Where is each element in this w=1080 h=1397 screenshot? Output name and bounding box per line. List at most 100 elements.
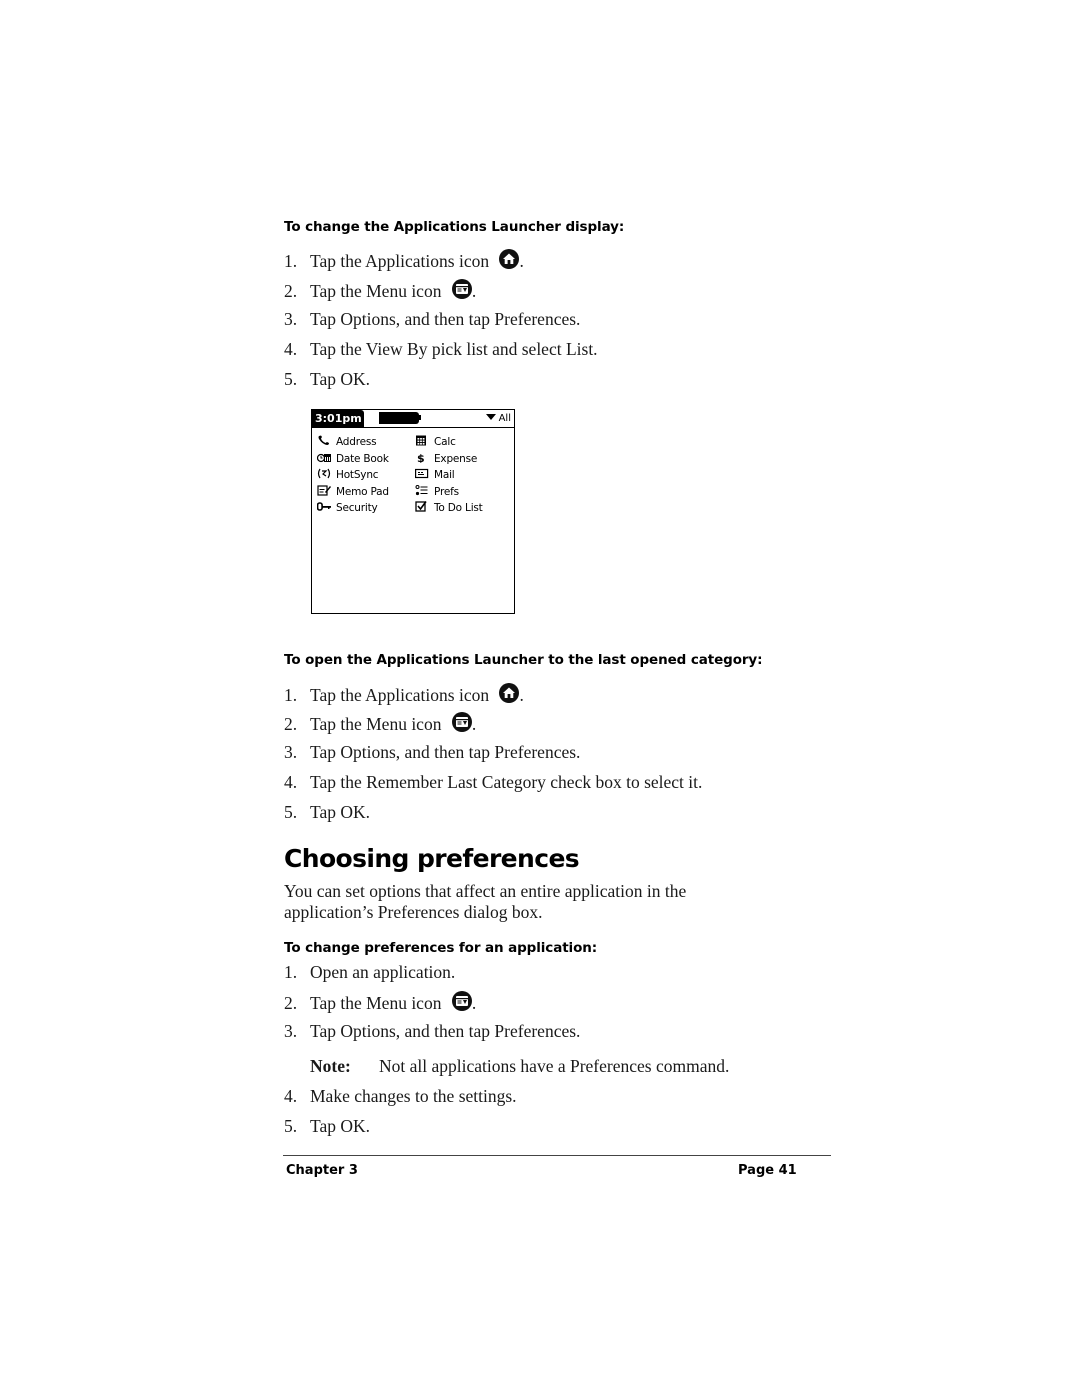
step-text: Tap the Menu icon <box>310 281 442 301</box>
list-item: 1. Tap the Applications icon . <box>284 249 524 272</box>
step-number: 5. <box>284 802 298 822</box>
step-number: 2. <box>284 714 298 734</box>
step-suffix: . <box>471 281 477 301</box>
app-label: Calc <box>434 436 456 448</box>
step-number: 5. <box>284 1116 298 1136</box>
step-number: 5. <box>284 369 298 389</box>
palm-launcher-screenshot: 3:01pm All Address Date Book HotSync Mem… <box>311 409 515 614</box>
app-item-calc[interactable]: Calc <box>415 434 456 450</box>
footer-divider <box>283 1155 831 1156</box>
intro-paragraph: You can set options that affect an entir… <box>284 881 687 922</box>
list-item: 1. Open an application. <box>284 962 455 983</box>
step-number: 4. <box>284 339 298 359</box>
clock-calendar-icon <box>316 452 331 463</box>
step-text: Tap the Menu icon <box>310 714 442 734</box>
menu-icon <box>451 991 472 1011</box>
step-suffix: . <box>519 251 524 271</box>
prefs-icon <box>415 484 429 496</box>
list-item: 1. Tap the Applications icon . <box>284 683 524 706</box>
step-text: Tap Options, and then tap Preferences. <box>310 1021 581 1041</box>
step-number: 3. <box>284 1021 298 1041</box>
page-number: Page 41 <box>738 1163 797 1178</box>
list-item: 5. Tap OK. <box>284 1116 370 1137</box>
menu-icon <box>451 279 472 299</box>
list-item: 3. Tap Options, and then tap Preferences. <box>284 1021 580 1042</box>
note: Note: Not all applications have a Prefere… <box>310 1056 729 1077</box>
applications-icon <box>499 683 520 703</box>
step-text: Tap the View By pick list and select Lis… <box>310 339 598 359</box>
dollar-icon: $ <box>415 452 429 465</box>
step-number: 3. <box>284 309 298 329</box>
step-suffix: . <box>519 685 524 705</box>
note-text: Not all applications have a Preferences … <box>379 1056 730 1076</box>
step-text: Tap the Remember Last Category check box… <box>310 772 703 792</box>
app-label: Address <box>336 436 377 448</box>
procedure-heading: To change the Applications Launcher disp… <box>284 219 625 235</box>
list-item: 4. Make changes to the settings. <box>284 1086 517 1107</box>
list-item: 4. Tap the Remember Last Category check b… <box>284 772 702 793</box>
step-text: Tap OK. <box>310 1116 371 1136</box>
app-label: Memo Pad <box>336 485 389 498</box>
step-number: 4. <box>284 1086 298 1106</box>
step-number: 2. <box>284 281 298 301</box>
list-item: 2. Tap the Menu icon . <box>284 991 476 1014</box>
step-text: Tap OK. <box>310 802 371 822</box>
app-item-expense[interactable]: $ Expense <box>415 451 477 467</box>
hotsync-icon <box>317 468 331 479</box>
chapter-label: Chapter 3 <box>286 1163 358 1178</box>
step-suffix: . <box>471 714 477 734</box>
step-number: 1. <box>284 962 298 982</box>
step-number: 4. <box>284 772 298 792</box>
list-item: 3. Tap Options, and then tap Preferences. <box>284 309 580 330</box>
menu-icon <box>451 712 472 732</box>
app-item-date-book[interactable]: Date Book <box>316 451 389 467</box>
step-text: Tap the Applications icon <box>310 685 490 705</box>
category-picker[interactable]: All <box>485 411 511 426</box>
list-item: 5. Tap OK. <box>284 369 370 390</box>
palm-title-bar: 3:01pm All <box>312 410 514 428</box>
app-item-security[interactable]: Security <box>316 500 378 516</box>
step-number: 1. <box>284 251 298 271</box>
app-item-memo-pad[interactable]: Memo Pad <box>317 484 389 500</box>
step-text: Tap OK. <box>310 369 371 389</box>
section-title: Choosing preferences <box>284 844 580 873</box>
app-label: Expense <box>434 452 478 465</box>
procedure-heading: To change preferences for an application… <box>284 940 598 956</box>
step-text: Tap Options, and then tap Preferences. <box>310 309 581 329</box>
battery-icon <box>379 412 419 424</box>
svg-text:$: $ <box>417 452 424 463</box>
app-label: To Do List <box>434 502 483 514</box>
app-label: Mail <box>434 469 455 481</box>
category-label: All <box>498 413 511 424</box>
calculator-icon <box>415 435 429 446</box>
app-item-prefs[interactable]: Prefs <box>415 484 459 500</box>
manual-page: To change the Applications Launcher disp… <box>0 0 1080 1397</box>
dropdown-triangle-icon <box>485 414 496 420</box>
list-item: 5. Tap OK. <box>284 802 370 823</box>
step-number: 2. <box>284 993 298 1013</box>
checkbox-icon <box>415 501 429 512</box>
step-text: Tap the Menu icon <box>310 993 442 1013</box>
list-item: 2. Tap the Menu icon . <box>284 712 476 735</box>
step-number: 3. <box>284 742 298 762</box>
app-item-to-do-list[interactable]: To Do List <box>415 500 483 516</box>
procedure-heading: To open the Applications Launcher to the… <box>284 652 763 668</box>
battery-tip <box>419 415 421 420</box>
applications-icon <box>499 249 520 269</box>
app-label: Prefs <box>434 485 459 498</box>
list-item: 2. Tap the Menu icon . <box>284 279 476 302</box>
app-label: HotSync <box>336 469 379 481</box>
app-item-address[interactable]: Address <box>317 434 377 450</box>
app-item-hotsync[interactable]: HotSync <box>317 467 379 483</box>
step-text: Tap the Applications icon <box>310 251 490 271</box>
step-text: Open an application. <box>310 962 456 982</box>
step-suffix: . <box>471 993 477 1013</box>
note-label: Note: <box>310 1056 351 1076</box>
step-text: Make changes to the settings. <box>310 1086 517 1106</box>
app-item-mail[interactable]: Mail <box>415 467 455 483</box>
phone-handset-icon <box>317 435 331 446</box>
step-text: Tap Options, and then tap Preferences. <box>310 742 581 762</box>
palm-clock: 3:01pm <box>312 410 364 427</box>
key-icon <box>316 501 331 512</box>
app-label: Date Book <box>336 452 389 465</box>
